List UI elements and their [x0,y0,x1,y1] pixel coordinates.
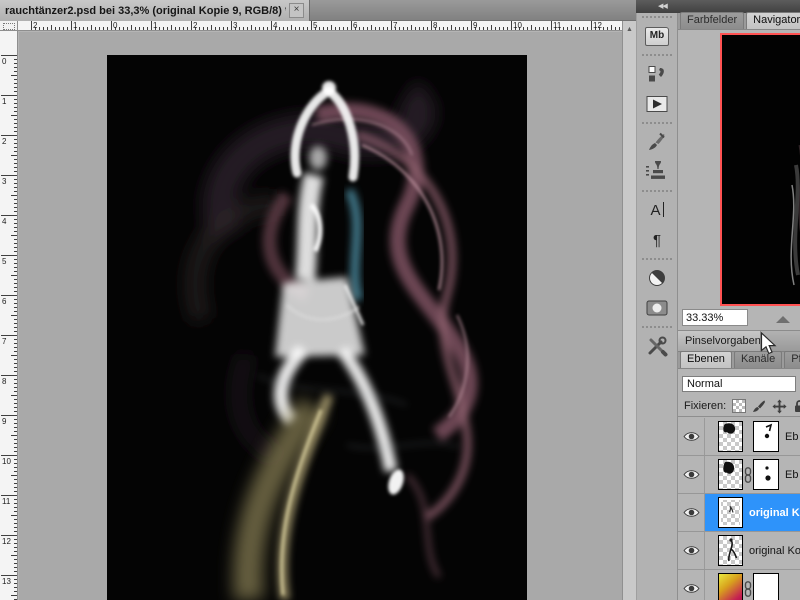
layer-name: Eb [785,468,799,481]
masks-panel-button[interactable] [637,293,677,323]
navigator-preview[interactable] [720,33,800,306]
lock-label: Fixieren: [684,400,727,412]
tab-ebenen[interactable]: Ebenen [680,351,732,368]
smoke-dancer-artwork [107,55,527,600]
adjustments-panel-button[interactable] [637,263,677,293]
collapse-panels-icon[interactable]: ◀◀ [658,2,668,11]
lock-options-row: Fixieren: [678,396,800,417]
left-ruler: 0 1 2 3 4 5 6 7 8 9 10 11 12 13 [0,31,18,600]
layer-visibility-toggle[interactable] [678,494,705,531]
eye-icon [682,432,700,441]
dock-group-separator [642,190,672,192]
blend-mode-select[interactable]: Normal [682,376,796,392]
layer-mask-thumbnail[interactable] [753,459,779,490]
navigator-zoom-input[interactable] [682,309,748,326]
clone-source-panel-button[interactable] [637,157,677,187]
layer-visibility-toggle[interactable] [678,456,705,493]
navigator-zoom-slider[interactable] [776,316,790,323]
tab-pfade[interactable]: Pfade [784,351,800,368]
panel-icon-dock: Mb A ¶ [636,13,678,600]
document-canvas[interactable] [107,55,527,600]
layer-visibility-toggle[interactable] [678,418,705,455]
layer-thumbnail[interactable] [718,459,743,490]
canvas-pasteboard[interactable] [19,32,622,600]
move-icon [772,398,787,414]
layer-thumbnail[interactable] [718,573,743,600]
layer-row-selected[interactable]: original K [678,494,800,532]
layers-tab-strip: Ebenen Kanäle Pfade [678,351,800,369]
brush-panel-button[interactable] [637,127,677,157]
layer-name: original K [749,506,800,519]
paragraph-panel-button[interactable]: ¶ [637,225,677,255]
layer-visibility-toggle[interactable] [678,570,705,600]
layer-mask-thumbnail[interactable] [753,573,779,600]
dock-group-separator [642,258,672,260]
tools-icon [646,335,668,357]
character-icon: A [650,201,664,219]
eye-icon [682,470,700,479]
mini-bridge-panel-button[interactable]: Mb [637,21,677,51]
mouse-cursor [760,332,777,355]
dock-group-separator [642,122,672,124]
ruler-origin-box[interactable] [0,21,18,31]
brush-icon [646,131,668,153]
layer-comps-icon [646,63,668,85]
document-tab-bar: rauchtänzer2.psd bei 33,3% (original Kop… [0,0,636,21]
layer-row[interactable]: original Ko [678,532,800,570]
mask-link-icon[interactable] [743,459,753,491]
eye-icon [682,546,700,555]
navigator-tab-strip: Farbfelder Navigator [678,12,800,30]
tab-navigator[interactable]: Navigator [746,12,800,29]
mini-bridge-icon: Mb [645,26,669,46]
lock-all-button[interactable] [793,399,800,413]
layer-name: Eb [785,430,799,443]
lock-transparency-button[interactable] [732,399,747,413]
layer-thumbnail[interactable] [718,497,743,528]
layer-row[interactable]: Eb [678,418,800,456]
layer-mask-thumbnail[interactable] [753,421,779,452]
character-panel-button[interactable]: A [637,195,677,225]
mask-icon [645,298,669,318]
brush-presets-label: Pinselvorgaben [685,335,761,347]
stamp-icon [645,161,669,183]
layer-row[interactable]: Eb [678,456,800,494]
top-ruler: 2 1 0 1 2 3 4 5 6 7 8 9 10 11 12 [18,21,622,31]
tab-close-button[interactable]: × [289,3,304,18]
brush-presets-header[interactable]: Pinselvorgaben [678,330,800,352]
document-title: rauchtänzer2.psd bei 33,3% (original Kop… [5,4,286,17]
padlock-icon [795,400,800,412]
vertical-scrollbar[interactable]: ▲ [622,21,636,600]
dock-group-separator [642,326,672,328]
lock-pixels-button[interactable] [752,399,766,413]
play-icon [645,94,669,114]
layer-thumbnail[interactable] [718,421,743,452]
mask-link-icon[interactable] [743,573,753,600]
photoshop-window: rauchtänzer2.psd bei 33,3% (original Kop… [0,0,800,600]
eye-icon [682,584,700,593]
dock-group-separator [642,16,672,18]
lock-transparency-icon [732,399,747,413]
lock-brush-icon [753,400,766,412]
eye-icon [682,508,700,517]
layer-name: original Ko [749,544,800,557]
layer-visibility-toggle[interactable] [678,532,705,569]
navigator-thumbnail [722,35,800,304]
blend-mode-value: Normal [687,378,723,390]
tab-farbfelder[interactable]: Farbfelder [680,12,745,29]
layer-list: Eb Eb original K original Ko [678,418,800,600]
adjustments-icon [647,268,667,288]
ruler-origin-icon [3,23,15,30]
dock-group-separator [642,54,672,56]
document-tab[interactable]: rauchtänzer2.psd bei 33,3% (original Kop… [0,0,310,21]
layer-comps-panel-button[interactable] [637,59,677,89]
tool-presets-panel-button[interactable] [637,331,677,361]
layer-row[interactable] [678,570,800,600]
lock-position-button[interactable] [772,398,787,414]
paragraph-icon: ¶ [652,231,662,249]
actions-panel-button[interactable] [637,89,677,119]
panel-area: Farbfelder Navigator Pinselvorgaben Eben… [678,12,800,600]
layer-thumbnail[interactable] [718,535,743,566]
blend-mode-row: Normal [678,374,800,394]
scroll-up-icon[interactable]: ▲ [623,26,636,33]
